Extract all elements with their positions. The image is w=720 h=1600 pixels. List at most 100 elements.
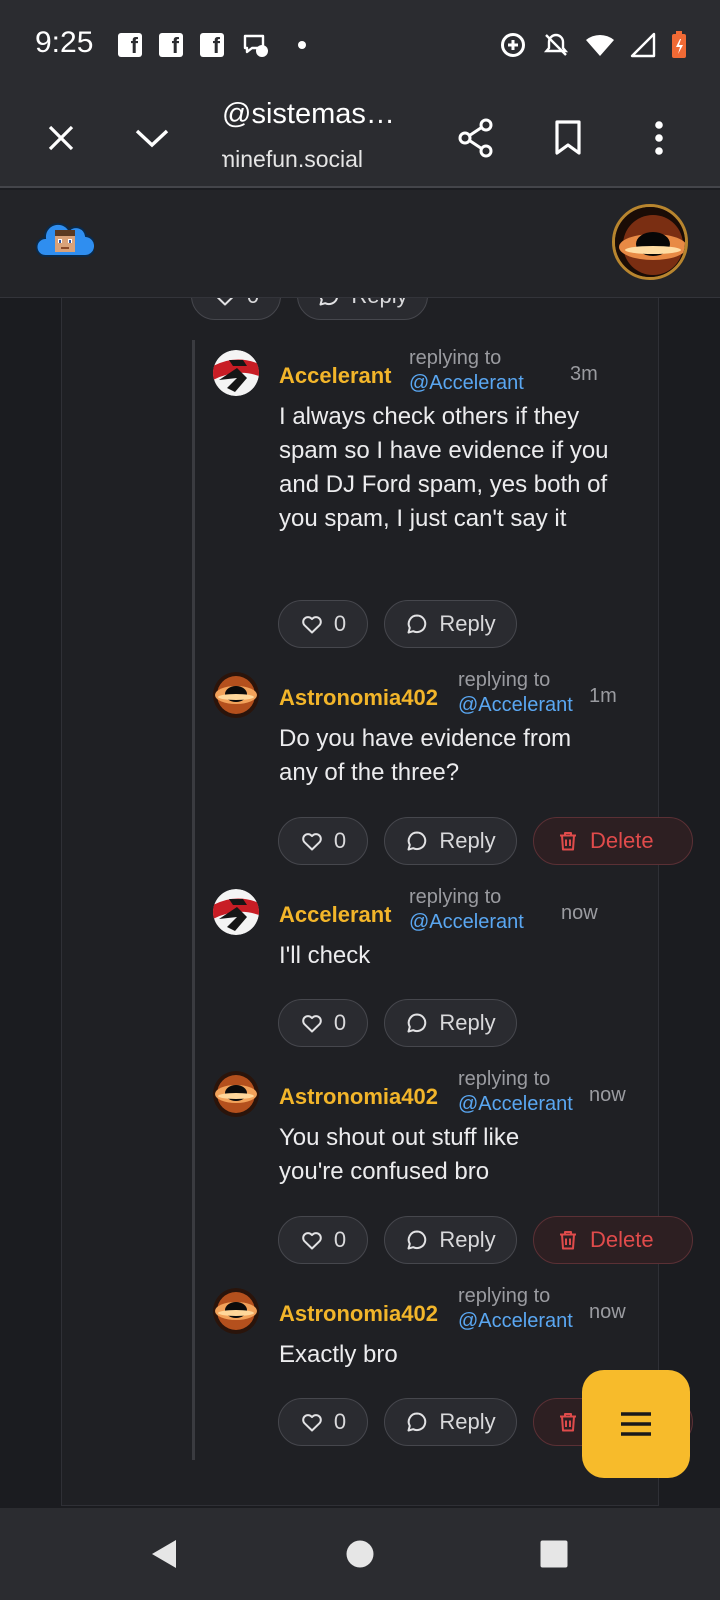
bookmark-icon[interactable] [540, 110, 596, 166]
like-count: 0 [333, 1010, 347, 1035]
wifi-icon [586, 34, 614, 56]
reply-bubble-icon [405, 1410, 429, 1434]
status-bar: 9:25 f f f [0, 0, 720, 88]
replying-to: replying to @Accelerant [409, 885, 524, 935]
like-count: 0 [247, 298, 259, 309]
more-vert-icon[interactable] [631, 110, 687, 166]
like-count: 0 [333, 611, 347, 636]
comment-author[interactable]: Astronomia402 [279, 1084, 438, 1110]
comment-time: now [561, 902, 598, 924]
heart-icon [300, 1228, 324, 1252]
avatar[interactable] [213, 350, 259, 396]
comment-author[interactable]: Accelerant [279, 902, 392, 928]
back-icon[interactable] [140, 1530, 188, 1578]
messenger-icon [243, 34, 268, 57]
avatar[interactable] [213, 1071, 259, 1117]
avatar[interactable] [213, 889, 259, 935]
close-icon[interactable] [33, 110, 89, 166]
reply-button[interactable]: Reply [384, 999, 517, 1047]
home-icon[interactable] [336, 1530, 384, 1578]
like-button[interactable]: 0 [191, 298, 281, 320]
mention-link[interactable]: @Accelerant [458, 1092, 573, 1117]
like-count: 0 [333, 828, 347, 853]
reply-label: Reply [439, 828, 496, 853]
comment-body: You shout out stuff like you're confused… [279, 1124, 520, 1185]
site-header [0, 190, 720, 298]
like-count: 0 [333, 1227, 347, 1252]
comment-time: now [589, 1301, 626, 1323]
heart-icon [213, 298, 237, 308]
like-button[interactable]: 0 [278, 1216, 368, 1264]
comment-time: 1m [589, 685, 617, 707]
trash-icon [556, 829, 580, 853]
comment-time: 3m [570, 363, 598, 385]
comment-author[interactable]: Accelerant [279, 363, 392, 389]
delete-label: Delete [590, 828, 654, 853]
page-url-text: minefun.social [222, 146, 364, 172]
like-button[interactable]: 0 [278, 999, 368, 1047]
site-logo[interactable] [35, 216, 96, 265]
user-avatar[interactable] [612, 204, 688, 280]
heart-icon [300, 612, 324, 636]
delete-button[interactable]: Delete [533, 817, 693, 865]
reply-label: Reply [439, 1227, 496, 1252]
share-icon[interactable] [448, 110, 504, 166]
facebook-icon: f [118, 33, 142, 57]
replying-to: replying to @Accelerant [458, 668, 573, 718]
recents-icon[interactable] [530, 1530, 578, 1578]
system-nav-bar [0, 1508, 720, 1600]
reply-button[interactable]: Reply [384, 1398, 517, 1446]
more-notifications-dot [298, 41, 306, 49]
replying-to: replying to @Accelerant [458, 1284, 573, 1334]
reply-button[interactable]: Reply [384, 600, 517, 648]
facebook-icon: f [200, 33, 224, 57]
like-button[interactable]: 0 [278, 817, 368, 865]
reply-button[interactable]: Reply [384, 817, 517, 865]
comment-author[interactable]: Astronomia402 [279, 685, 438, 711]
page-title[interactable]: @sistemas… [222, 98, 395, 131]
comment-body: Do you have evidence from any of the thr… [279, 725, 572, 786]
reply-bubble-icon [317, 298, 341, 308]
menu-fab[interactable] [582, 1370, 690, 1478]
facebook-icon: f [159, 33, 183, 57]
reply-label: Reply [439, 1010, 496, 1035]
mention-link[interactable]: @Accelerant [409, 371, 524, 396]
comment-body: I'll check [279, 942, 371, 969]
mention-link[interactable]: @Accelerant [409, 910, 524, 935]
trash-icon [556, 1228, 580, 1252]
chevron-down-icon[interactable] [124, 110, 180, 166]
browser-toolbar: @sistemas… minefun.social [0, 88, 720, 188]
mention-link[interactable]: @Accelerant [458, 1309, 573, 1334]
replying-to: replying to @Accelerant [458, 1067, 573, 1117]
signal-icon [630, 32, 656, 58]
trash-icon [556, 1410, 580, 1434]
reply-button[interactable]: Reply [384, 1216, 517, 1264]
mention-link[interactable]: @Accelerant [458, 693, 573, 718]
comment-author[interactable]: Astronomia402 [279, 1301, 438, 1327]
replying-to-label: replying to [458, 1285, 551, 1307]
reply-bubble-icon [405, 829, 429, 853]
thread-line[interactable] [192, 340, 195, 1460]
reply-label: Reply [439, 1409, 496, 1434]
status-time: 9:25 [35, 26, 94, 59]
replying-to-label: replying to [409, 886, 502, 908]
avatar[interactable] [213, 1288, 259, 1334]
reply-label: Reply [351, 298, 407, 309]
reply-button[interactable]: Reply [297, 298, 428, 320]
reply-bubble-icon [405, 1228, 429, 1252]
reply-bubble-icon [405, 612, 429, 636]
system-icons [498, 30, 688, 60]
reply-label: Reply [439, 611, 496, 636]
replying-to-label: replying to [458, 669, 551, 691]
page-url[interactable]: minefun.social [222, 146, 392, 173]
notifications-off-icon [543, 33, 569, 56]
comment-body: Exactly bro [279, 1341, 398, 1368]
like-button[interactable]: 0 [278, 600, 368, 648]
avatar[interactable] [213, 672, 259, 718]
like-button[interactable]: 0 [278, 1398, 368, 1446]
comment-time: now [589, 1084, 626, 1106]
battery-icon [672, 31, 686, 58]
replying-to: replying to @Accelerant [409, 346, 524, 396]
comment-thread[interactable]: 0 Reply Accelerant replying to @Accelera… [0, 298, 720, 1508]
delete-button[interactable]: Delete [533, 1216, 693, 1264]
